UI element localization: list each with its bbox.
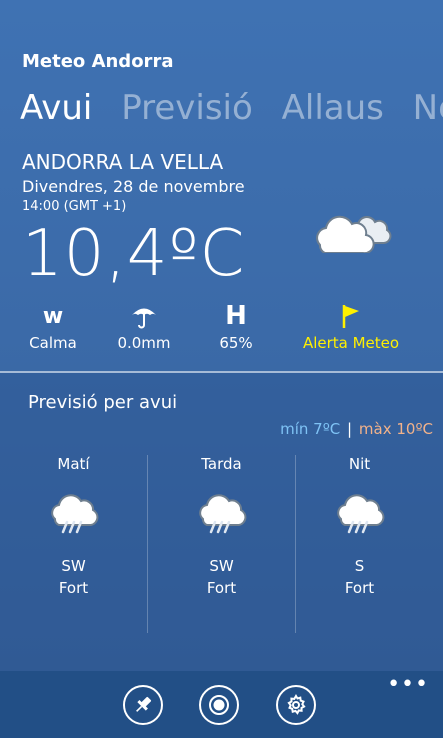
current-date: Divendres, 28 de novembre: [22, 177, 245, 196]
rain-cloud-icon: [0, 489, 147, 537]
umbrella-icon: [104, 300, 184, 332]
humidity-label: 65%: [219, 334, 253, 352]
min-value: 7ºC: [313, 420, 341, 438]
settings-button[interactable]: [276, 685, 316, 725]
wind-label: Calma: [29, 334, 77, 352]
humidity-icon: H: [225, 301, 247, 331]
min-max-separator: |: [347, 420, 353, 438]
rain-cloud-icon: [148, 489, 295, 537]
wind-direction: S: [354, 557, 365, 575]
humidity-metric: H 65%: [196, 300, 276, 352]
forecast-title: Previsió per avui: [28, 392, 178, 413]
flag-icon: [296, 300, 406, 332]
rain-metric: 0.0mm: [104, 300, 184, 352]
period-name: Tarda: [201, 455, 242, 473]
rain-cloud-icon: [286, 489, 433, 537]
wind-icon: w: [42, 303, 64, 329]
wind-strength: Fort: [206, 579, 237, 597]
wind-direction: SW: [61, 557, 86, 575]
alert-metric[interactable]: Alerta Meteo: [296, 300, 406, 352]
rain-label: 0.0mm: [117, 334, 171, 352]
min-max-temps: mín 7ºC | màx 10ºC: [280, 420, 433, 438]
max-value: 10ºC: [396, 420, 433, 438]
pivot-tabs: Avui Previsió Allaus Neu: [20, 88, 443, 128]
current-temperature: 10,4ºC: [22, 217, 246, 291]
min-label: mín: [280, 420, 309, 438]
settings-icon: [287, 694, 306, 715]
app-title: Meteo Andorra: [22, 51, 174, 72]
record-button[interactable]: [199, 685, 239, 725]
tab-allaus[interactable]: Allaus: [282, 88, 384, 128]
period-nit: Nit S Fort: [286, 455, 433, 633]
city-name: ANDORRA LA VELLA: [22, 150, 224, 174]
wind-metric: w Calma: [13, 300, 93, 353]
tab-avui[interactable]: Avui: [20, 88, 92, 128]
wind-strength: Fort: [344, 579, 375, 597]
period-tarda: Tarda SW Fort: [148, 455, 295, 633]
current-time: 14:00 (GMT +1): [22, 199, 127, 214]
period-name: Matí: [57, 455, 90, 473]
wind-strength: Fort: [58, 579, 89, 597]
period-name: Nit: [348, 455, 371, 473]
pin-icon: [136, 696, 152, 712]
max-label: màx: [358, 420, 392, 438]
period-mati: Matí SW Fort: [0, 455, 147, 633]
tab-previsio[interactable]: Previsió: [121, 88, 253, 128]
record-icon: [209, 695, 229, 715]
cloudy-icon: [312, 203, 392, 257]
alert-label[interactable]: Alerta Meteo: [296, 334, 406, 352]
pin-button[interactable]: [123, 685, 163, 725]
wind-direction: SW: [209, 557, 234, 575]
more-button[interactable]: •••: [387, 674, 429, 696]
tab-neu[interactable]: Neu: [413, 88, 443, 128]
